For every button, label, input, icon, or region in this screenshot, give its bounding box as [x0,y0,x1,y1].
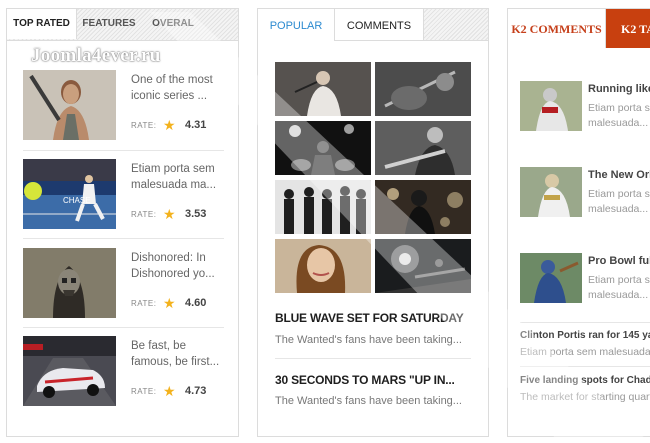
k2-item-line-1: Etiam porta sem [588,188,650,200]
item-divider [23,150,224,151]
gallery-photo[interactable] [375,239,471,293]
item-line-2: malesuada ma... [131,179,217,191]
tab-overal[interactable]: OVERAL [145,9,201,39]
rate-label: RATE: [131,387,157,396]
rating-score: 4.73 [185,385,207,397]
rating-score: 4.31 [185,119,207,131]
item-line-1: Etiam porta sem [131,163,215,175]
football-player-thumbnail[interactable] [520,167,582,217]
tab-k2-comments[interactable]: K2 COMMENTS [508,9,606,48]
k2-item-title[interactable]: The New Orlea [588,169,650,181]
item-line-2: iconic series ... [131,90,208,102]
tab-popular[interactable]: POPULAR [258,9,335,41]
gallery-photo[interactable] [275,180,371,234]
rated-item[interactable]: CHASE Etiam porta sem malesuada ma... RAT… [23,159,224,229]
star-icon: ★ [163,117,176,133]
item-line-2: famous, be first... [131,356,220,368]
tab-k2-tags[interactable]: K2 TAGS [606,9,650,48]
k2-module: K2 COMMENTS K2 TAGS Running like m Etiam… [507,8,650,437]
k2-item[interactable]: Running like m Etiam porta sem malesuada.… [520,81,650,133]
tennis-player-thumbnail[interactable]: CHASE [23,159,116,229]
item-divider [23,238,224,239]
tab-features[interactable]: FEATURES [79,9,139,39]
rating-score: 4.60 [185,297,207,309]
race-car-thumbnail[interactable] [23,336,116,406]
k2-item-line-1: Etiam porta sem [588,274,650,286]
k2-item-line-1: Etiam porta sem [588,102,650,114]
k2-divider [520,322,650,323]
rating-score: 3.53 [185,208,207,220]
k2-item-line-2: malesuada... [588,203,649,215]
tab-top-rated[interactable]: TOP RATED [7,9,77,39]
rate-label: RATE: [131,210,157,219]
item-line-1: Be fast, be [131,340,186,352]
post-title[interactable]: 30 SECONDS TO MARS "UP IN... [275,373,465,387]
gallery-photo[interactable] [275,121,371,175]
item-divider [23,327,224,328]
k2-item-line-2: malesuada... [588,117,649,129]
gallery-photo[interactable] [375,121,471,175]
rate-label: RATE: [131,299,157,308]
rate-label: RATE: [131,121,157,130]
k2-item[interactable]: Pro Bowl fullba Etiam porta sem malesuada… [520,253,650,305]
rated-item[interactable]: One of the most iconic series ... RATE: ★… [23,70,224,140]
star-icon: ★ [163,206,176,222]
k2-line-text: Etiam porta sem malesuada m [520,346,650,358]
gallery-photo[interactable] [275,62,371,116]
k2-line-title[interactable]: Five landing spots for Chad Henne [520,375,650,386]
k2-item[interactable]: The New Orlea Etiam porta sem malesuada..… [520,167,650,219]
svg-text:CHASE: CHASE [63,196,91,205]
post-excerpt: The Wanted's fans have been taking... [275,395,462,407]
tab-bar: K2 COMMENTS K2 TAGS [508,9,650,48]
k2-item-line-2: malesuada... [588,289,649,301]
star-icon: ★ [163,295,176,311]
post-divider [275,358,471,359]
k2-item-title[interactable]: Running like m [588,83,650,95]
football-player-thumbnail[interactable] [520,81,582,131]
item-line-1: One of the most [131,74,213,86]
gallery-photo[interactable] [375,180,471,234]
star-icon: ★ [163,383,176,399]
gallery-photo[interactable] [375,62,471,116]
rated-item[interactable]: Dishonored: In Dishonored yo... RATE: ★ 4… [23,248,224,318]
tab-bar: TOP RATED FEATURES OVERAL [7,9,238,41]
k2-line-text: The market for starting quarte [520,391,650,403]
tab-bar-fill [424,9,488,41]
watermark-text: Joomla4ever.ru [31,45,161,66]
post-title[interactable]: BLUE WAVE SET FOR SATURDAY [275,311,465,325]
item-line-2: Dishonored yo... [131,268,215,280]
k2-line-title[interactable]: Clinton Portis ran for 145 yards an [520,330,650,341]
lara-croft-thumbnail[interactable] [23,70,116,140]
rated-item[interactable]: Be fast, be famous, be first... RATE: ★ 4… [23,336,224,406]
football-player-thumbnail[interactable] [520,253,582,303]
popular-module: POPULAR COMMENTS BLUE WAVE SET FOR SATUR… [257,8,489,437]
top-rated-module: TOP RATED FEATURES OVERAL Joomla4ever.ru… [6,8,239,437]
k2-divider [520,366,650,367]
gallery-photo[interactable] [275,239,371,293]
tab-comments[interactable]: COMMENTS [335,9,424,41]
item-line-1: Dishonored: In [131,252,206,264]
k2-item-title[interactable]: Pro Bowl fullba [588,255,650,267]
masked-assassin-thumbnail[interactable] [23,248,116,318]
post-excerpt: The Wanted's fans have been taking... [275,334,462,346]
tab-bar: POPULAR COMMENTS [258,9,488,41]
